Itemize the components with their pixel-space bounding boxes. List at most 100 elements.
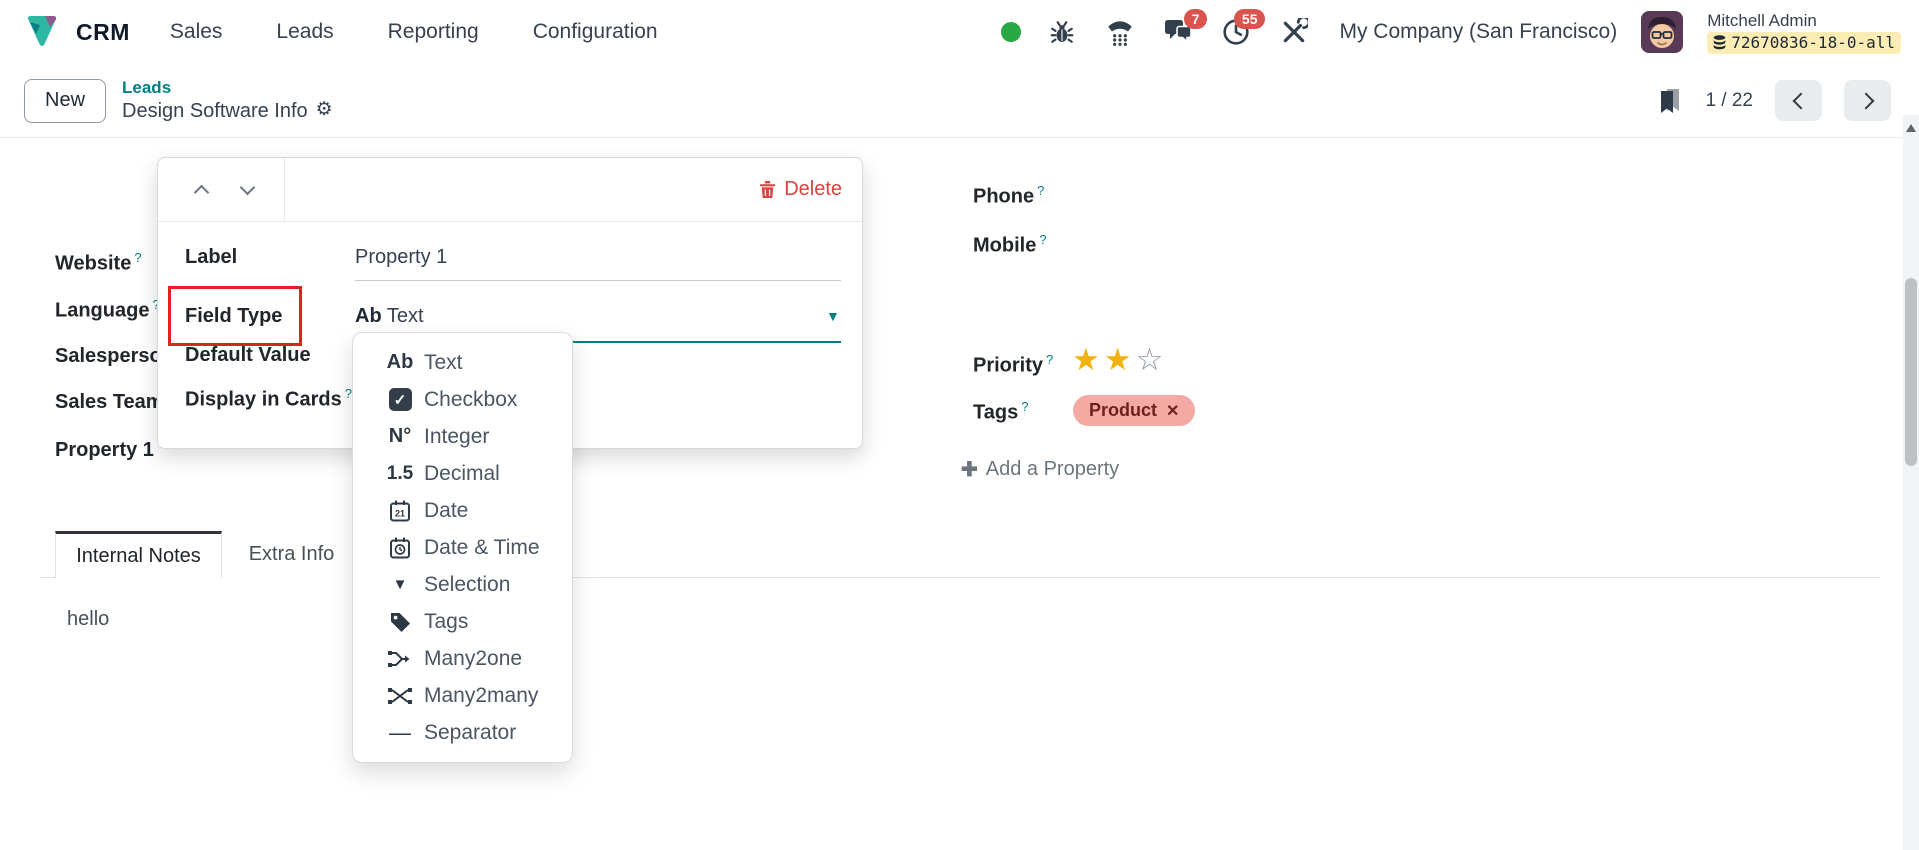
tab-extra-info[interactable]: Extra Info: [222, 531, 362, 578]
navbar-systray: 7 55 My Company (San Francisco) Mitchell…: [1001, 9, 1901, 54]
new-button[interactable]: New: [24, 78, 107, 123]
popover-display-in-cards-title: Display in Cards?: [185, 386, 352, 411]
user-name: Mitchell Admin: [1707, 11, 1817, 31]
app-name[interactable]: CRM: [76, 19, 130, 46]
bug-icon[interactable]: [1045, 15, 1079, 49]
star-empty-icon[interactable]: ☆: [1136, 342, 1168, 377]
popover-field-type-title: Field Type: [185, 305, 283, 327]
star-filled-icon[interactable]: ★: [1072, 342, 1104, 377]
field-label-property-1: Property 1: [55, 439, 154, 461]
help-icon: ?: [1037, 183, 1045, 198]
breadcrumb-current: Design Software Info ⚙: [122, 99, 333, 123]
navbar-left: CRM Sales Leads Reporting Configuration: [22, 12, 698, 52]
text-type-icon: Ab: [355, 305, 382, 327]
date-icon: 21: [382, 499, 418, 523]
field-label-phone: Phone?: [973, 183, 1045, 208]
online-status-icon: [1001, 22, 1022, 42]
trash-icon: [760, 181, 776, 198]
mobile-input[interactable]: [1137, 232, 1537, 258]
plus-icon: ✚: [961, 459, 978, 481]
field-label-language: Language?: [55, 297, 160, 323]
voip-phone-icon[interactable]: [1103, 15, 1137, 49]
debug-tools-icon[interactable]: [1277, 15, 1311, 49]
many2many-icon: [382, 687, 418, 705]
pager-next-button[interactable]: [1844, 80, 1891, 121]
tags-icon: [382, 611, 418, 633]
top-navbar: CRM Sales Leads Reporting Configuration: [0, 0, 1919, 64]
many2one-icon: [382, 650, 418, 668]
phone-input[interactable]: [1137, 183, 1537, 209]
activities-clock-icon[interactable]: 55: [1219, 9, 1266, 49]
dropdown-item-many2many[interactable]: Many2many: [353, 677, 572, 714]
scroll-up-arrow-icon[interactable]: [1906, 124, 1916, 132]
record-title: Design Software Info: [122, 99, 308, 122]
scrollbar-thumb[interactable]: [1905, 278, 1917, 466]
help-icon: ?: [1039, 232, 1047, 247]
header-divider: [284, 158, 285, 221]
dropdown-item-checkbox[interactable]: ✓ Checkbox: [353, 381, 572, 418]
control-panel: New Leads Design Software Info ⚙ 1 / 22: [0, 64, 1919, 137]
database-icon: [1713, 35, 1726, 50]
dropdown-item-many2one[interactable]: Many2one: [353, 640, 572, 677]
breadcrumb: Leads Design Software Info ⚙: [122, 78, 333, 122]
field-label-sales-team: Sales Team: [55, 391, 164, 413]
messages-icon[interactable]: 7: [1161, 9, 1208, 49]
tag-remove-icon[interactable]: ✕: [1166, 401, 1179, 421]
star-filled-icon[interactable]: ★: [1104, 342, 1136, 377]
dropdown-item-text[interactable]: Ab Text: [353, 344, 572, 381]
dropdown-item-tags[interactable]: Tags: [353, 603, 572, 640]
messages-count-badge: 7: [1183, 9, 1208, 29]
decimal-icon: 1.5: [386, 462, 414, 484]
delete-property-button[interactable]: Delete: [759, 178, 842, 201]
add-property-button[interactable]: ✚ Add a Property: [961, 457, 1119, 482]
user-menu[interactable]: Mitchell Admin 72670836-18-0-all: [1707, 10, 1901, 54]
dropdown-item-decimal[interactable]: 1.5 Decimal: [353, 455, 572, 492]
bookmark-icon[interactable]: [1657, 87, 1683, 115]
help-icon: ?: [1046, 352, 1054, 367]
help-icon: ?: [344, 386, 352, 401]
company-switcher[interactable]: My Company (San Francisco): [1339, 20, 1617, 44]
vertical-scrollbar[interactable]: [1903, 115, 1919, 850]
dropdown-item-date[interactable]: 21 Date: [353, 492, 572, 529]
dropdown-item-integer[interactable]: N° Integer: [353, 418, 572, 455]
popover-label-row-title: Label: [185, 246, 238, 268]
datetime-icon: [382, 536, 418, 560]
dropdown-item-selection[interactable]: ▼ Selection: [353, 566, 572, 603]
menu-configuration[interactable]: Configuration: [533, 20, 658, 44]
field-label-mobile: Mobile?: [973, 232, 1047, 257]
tab-internal-notes[interactable]: Internal Notes: [55, 531, 222, 578]
menu-leads[interactable]: Leads: [276, 20, 333, 44]
priority-stars[interactable]: ★★☆: [1072, 342, 1167, 378]
field-label-website: Website?: [55, 250, 142, 275]
move-property-up-button[interactable]: [178, 170, 224, 210]
field-type-select[interactable]: Ab Text: [355, 305, 841, 328]
db-version-badge: 72670836-18-0-all: [1707, 31, 1901, 54]
gear-icon[interactable]: ⚙: [316, 99, 333, 122]
popover-default-value-title: Default Value: [185, 344, 311, 366]
activities-count-badge: 55: [1233, 9, 1266, 29]
breadcrumb-leads-link[interactable]: Leads: [122, 78, 333, 98]
tag-label: Product: [1089, 400, 1158, 420]
dropdown-item-datetime[interactable]: Date & Time: [353, 529, 572, 566]
field-label-tags: Tags?: [973, 399, 1029, 424]
property-label-input[interactable]: Property 1: [355, 246, 841, 269]
chevron-up-icon: [193, 184, 209, 200]
pager-area: 1 / 22: [1657, 80, 1891, 121]
move-property-down-button[interactable]: [224, 170, 270, 210]
chevron-down-icon: [239, 179, 255, 196]
pager-previous-button[interactable]: [1775, 80, 1822, 121]
label-input-underline: [355, 280, 841, 281]
menu-reporting[interactable]: Reporting: [388, 20, 479, 44]
separator-icon: —: [389, 719, 411, 745]
dropdown-item-separator[interactable]: — Separator: [353, 714, 572, 751]
crm-app-screen: CRM Sales Leads Reporting Configuration: [0, 0, 1919, 850]
integer-icon: N°: [388, 425, 412, 447]
avatar[interactable]: [1641, 11, 1684, 53]
crm-app-icon[interactable]: [22, 12, 62, 52]
notes-editor[interactable]: hello: [67, 608, 109, 631]
menu-sales[interactable]: Sales: [170, 20, 223, 44]
select-caret-icon[interactable]: ▼: [826, 308, 840, 324]
pager-value[interactable]: 1 / 22: [1705, 90, 1753, 112]
field-type-dropdown: Ab Text ✓ Checkbox N° Integer 1.5 Decima…: [352, 332, 573, 763]
chevron-left-icon: [1792, 92, 1809, 109]
